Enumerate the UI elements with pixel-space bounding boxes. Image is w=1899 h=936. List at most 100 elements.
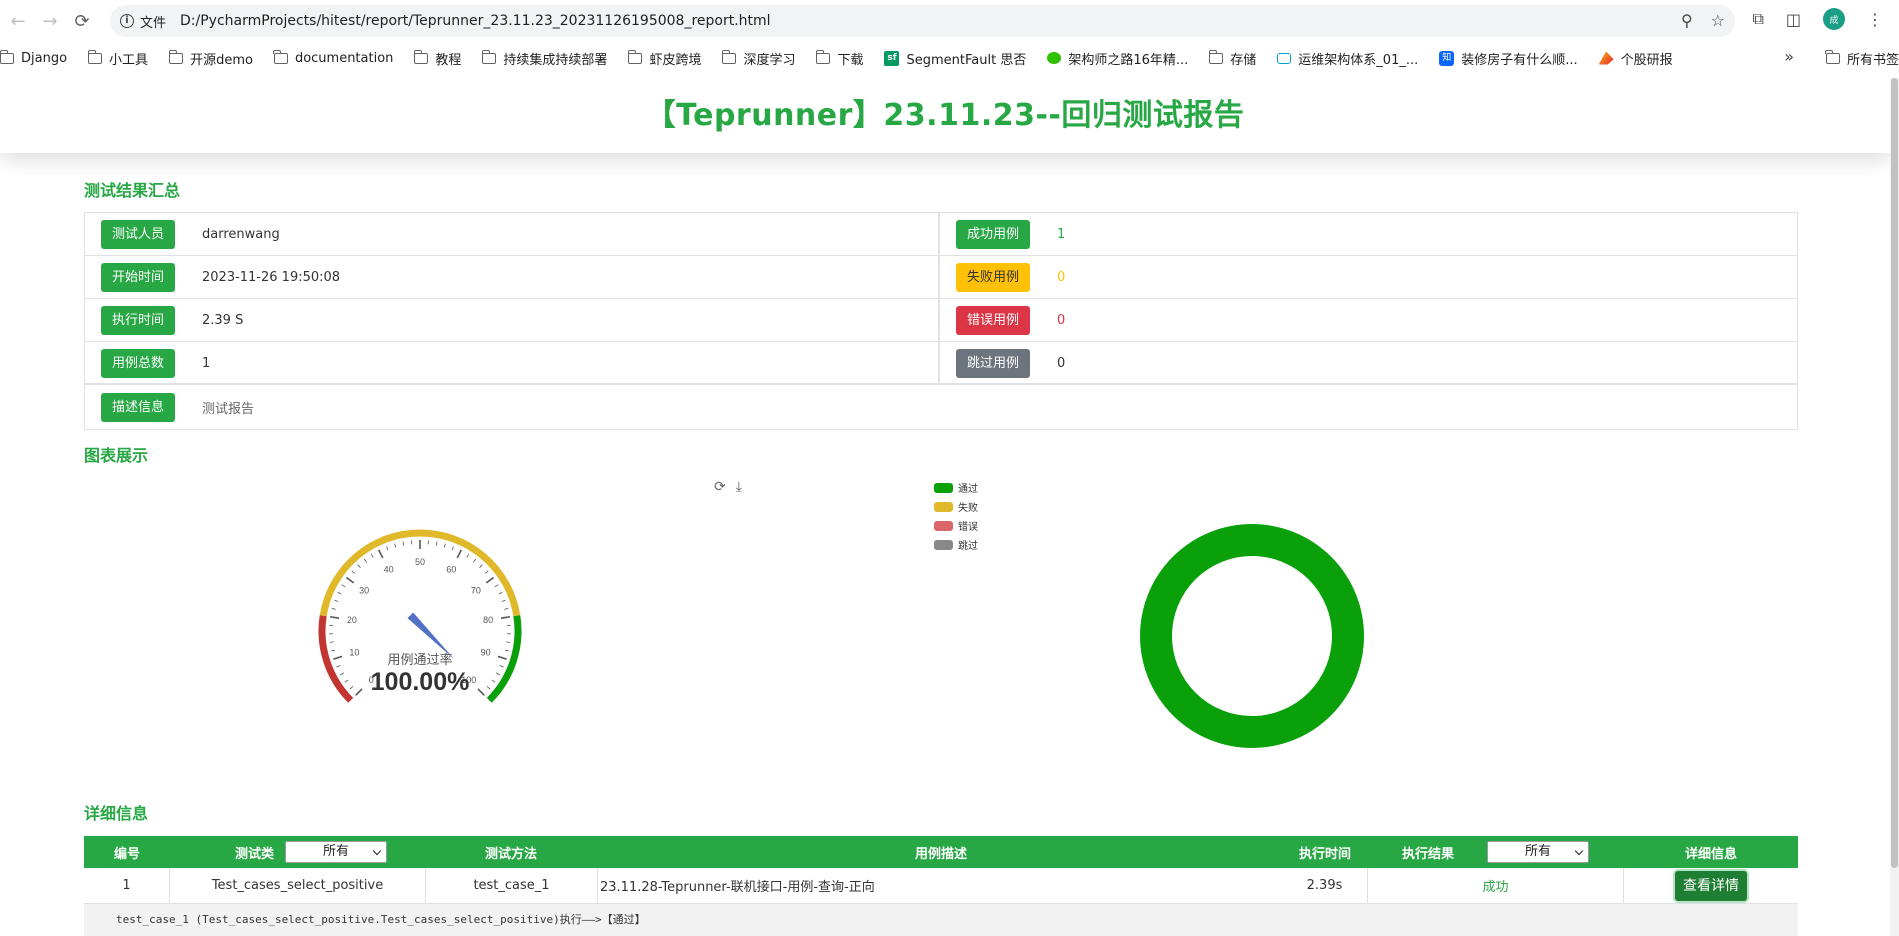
legend-item-skip[interactable]: 跳过 — [934, 535, 978, 554]
gauge-tick — [386, 546, 389, 551]
gauge-tick — [435, 541, 438, 546]
gauge-tick — [402, 541, 405, 546]
cell-result: 成功 — [1368, 868, 1624, 903]
tester-value: darrenwang — [202, 227, 280, 242]
menu-icon[interactable]: ⋮ — [1867, 10, 1883, 29]
col-header-class: 测试类 — [234, 846, 274, 862]
scrollbar[interactable] — [1890, 78, 1899, 936]
gauge-tick — [370, 553, 374, 558]
view-details-button[interactable]: 查看详情 — [1675, 870, 1747, 901]
extensions-icon[interactable]: ⧉ — [1752, 9, 1763, 29]
gauge-tick — [494, 584, 499, 588]
bookmark-item[interactable]: 小工具 — [87, 49, 148, 68]
bookmark-item[interactable]: documentation — [273, 49, 393, 66]
bookmark-item[interactable]: 存储 — [1208, 49, 1256, 68]
skip-value: 0 — [1057, 356, 1066, 371]
legend-swatch — [934, 482, 953, 493]
gauge-tick — [345, 576, 355, 584]
chart-toolbox: ⟳ ⤓ — [714, 479, 742, 495]
profile-avatar[interactable]: 成 — [1823, 8, 1845, 30]
gauge-tick — [340, 672, 344, 676]
bookmark-item[interactable]: 架构师之路16年精... — [1047, 49, 1188, 68]
tester-label: 测试人员 — [101, 220, 175, 249]
browser-toolbar: ← → ⟳ i 文件 D:/PycharmProjects/hitest/rep… — [0, 0, 1899, 42]
col-header-method: 测试方法 — [484, 846, 537, 862]
desc-label: 描述信息 — [101, 393, 175, 422]
back-icon[interactable]: ← — [4, 7, 32, 35]
bookmark-star-icon[interactable]: ☆ — [1711, 11, 1725, 30]
folder-icon — [1208, 49, 1224, 64]
gauge-tick — [500, 615, 511, 619]
pass-value: 1 — [1057, 227, 1066, 242]
folder-icon — [627, 49, 643, 64]
summary-table: 测试人员 darrenwang 成功用例 1 开始时间 2023-11-26 19:5… — [84, 212, 1798, 430]
reload-icon[interactable]: ⟳ — [68, 7, 96, 35]
forward-icon[interactable]: → — [36, 7, 64, 35]
gauge-tick-label: 30 — [359, 585, 369, 595]
cell-no: 1 — [84, 868, 170, 903]
summary-row: 测试人员 darrenwang 成功用例 1 — [85, 213, 1797, 256]
desc-value: 测试报告 — [202, 402, 255, 417]
bookmark-item[interactable]: 知装修房子有什么顺... — [1439, 49, 1578, 68]
gauge-tick-label: 70 — [471, 585, 481, 595]
site-info-icon[interactable]: i — [120, 14, 134, 28]
folder-icon — [273, 49, 288, 64]
gauge-value: 100.00% — [371, 668, 470, 696]
col-header-detail: 详细信息 — [1684, 846, 1737, 862]
log-row: test_case_1 (Test_cases_select_positive.… — [84, 904, 1798, 936]
summary-row: 描述信息 测试报告 — [85, 386, 1797, 429]
gauge-tick — [477, 688, 485, 696]
legend-item-pass[interactable]: 通过 — [934, 478, 978, 497]
download-icon[interactable]: ⤓ — [736, 479, 742, 495]
legend-item-fail[interactable]: 失败 — [934, 497, 978, 516]
bookmarks-bar: Django 小工具 开源demo documentation 教程 持续集成持… — [0, 44, 1899, 72]
bookmark-item[interactable]: sf SegmentFault 思否 — [884, 49, 1026, 68]
folder-icon — [815, 49, 831, 64]
bookmark-item[interactable]: 运维架构体系_01_... — [1277, 49, 1418, 68]
gauge-tick — [473, 558, 477, 563]
gauge-tick-label: 40 — [384, 565, 394, 575]
bookmark-item[interactable]: 个股研报 — [1598, 49, 1673, 68]
gauge-tick-label: 50 — [415, 557, 425, 567]
pass-label: 成功用例 — [956, 220, 1030, 249]
bookmark-item[interactable]: 教程 — [413, 49, 461, 68]
bookmark-item[interactable]: 开源demo — [168, 49, 253, 68]
cell-method: test_case_1 — [426, 868, 598, 903]
result-filter-select[interactable]: 所有 — [1487, 841, 1589, 863]
url-text[interactable]: D:/PycharmProjects/hitest/report/Teprunn… — [180, 13, 771, 29]
gauge-tick — [498, 591, 503, 595]
gauge-tick-label: 10 — [349, 647, 359, 657]
fail-value: 0 — [1057, 270, 1066, 285]
col-header-no: 编号 — [113, 846, 140, 862]
bookmark-item[interactable]: Django — [0, 49, 67, 66]
bookmark-item[interactable]: 深度学习 — [721, 49, 795, 68]
total-label: 用例总数 — [101, 349, 175, 378]
error-value: 0 — [1057, 313, 1066, 328]
chevron-right-icon[interactable]: » — [1784, 47, 1794, 66]
side-panel-icon[interactable]: ◫ — [1786, 10, 1801, 29]
folder-icon — [481, 49, 497, 64]
gauge-tick — [349, 686, 354, 690]
fail-label: 失败用例 — [956, 263, 1030, 292]
gauge-tick — [331, 607, 336, 610]
gauge-tick — [329, 615, 340, 619]
bookmark-item[interactable]: 持续集成持续部署 — [481, 49, 607, 68]
address-bar[interactable]: i 文件 D:/PycharmProjects/hitest/report/Te… — [110, 5, 1735, 37]
class-filter-select[interactable]: 所有 — [285, 841, 387, 863]
gauge-tick — [336, 665, 341, 668]
gauge-tick — [504, 649, 509, 652]
report-title: 【Teprunner】23.11.23--回归测试报告 — [645, 98, 1245, 133]
gauge-tick — [334, 599, 339, 602]
bookmark-item[interactable]: 虾皮跨境 — [627, 49, 701, 68]
bookmark-item[interactable]: 下载 — [815, 49, 863, 68]
folder-icon — [1825, 49, 1840, 64]
zoom-icon[interactable]: ⚲ — [1681, 11, 1693, 30]
gauge-tick — [504, 607, 509, 610]
legend-item-error[interactable]: 错误 — [934, 516, 978, 535]
all-bookmarks[interactable]: 所有书签 — [1825, 44, 1899, 72]
col-header-desc: 用例描述 — [914, 846, 967, 862]
scrollbar-thumb[interactable] — [1891, 78, 1898, 868]
pie-legend: 通过 失败 错误 跳过 — [934, 478, 978, 554]
table-row: 1 Test_cases_select_positive test_case_1… — [84, 868, 1798, 904]
restore-icon[interactable]: ⟳ — [714, 479, 726, 495]
